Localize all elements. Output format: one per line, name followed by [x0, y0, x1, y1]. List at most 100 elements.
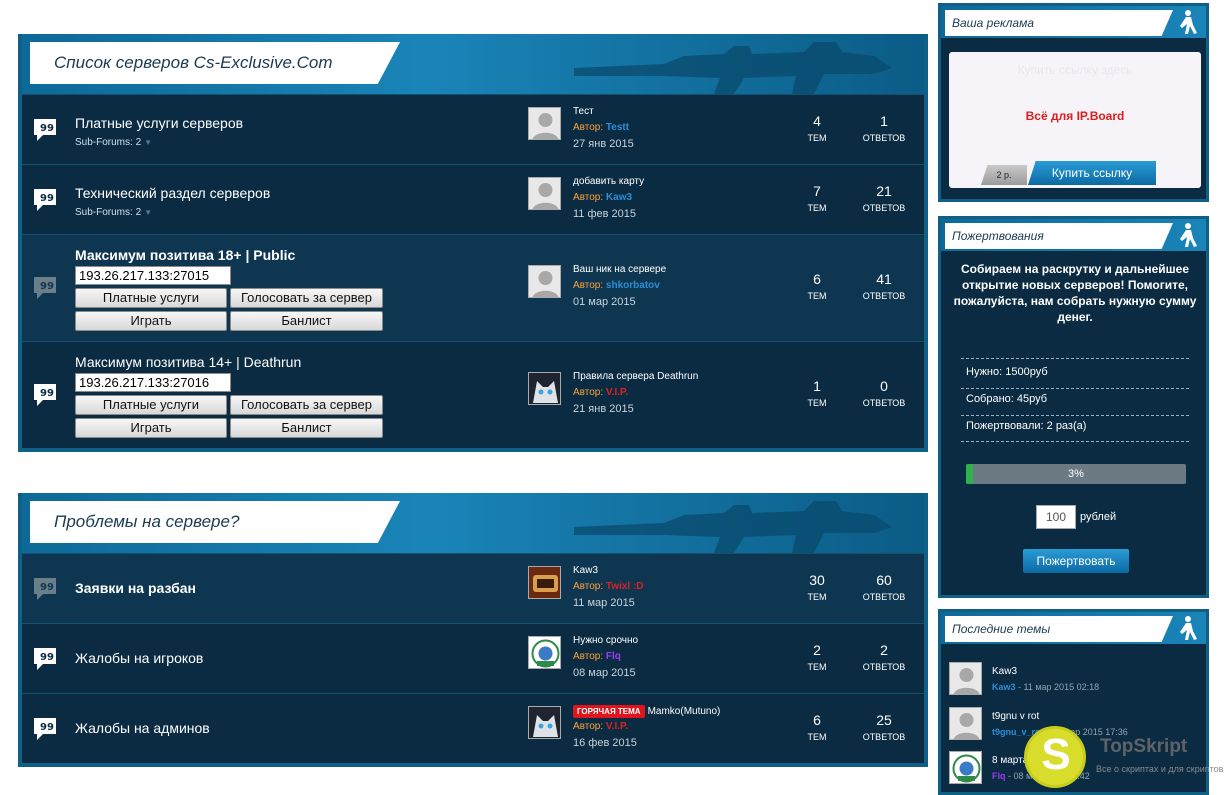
- last-post-author: Автор: V.I.P.: [573, 387, 629, 398]
- author-link[interactable]: V.I.P.: [606, 721, 628, 732]
- forum-bubble-icon: 99: [34, 384, 56, 406]
- last-post-title-link[interactable]: Mamko(Mutuno): [648, 706, 721, 717]
- paid-services-button[interactable]: Платные услуги: [75, 288, 227, 308]
- last-post-title[interactable]: Нужно срочно: [573, 635, 638, 646]
- vote-server-button[interactable]: Голосовать за сервер: [230, 288, 383, 308]
- author-link[interactable]: Testt: [606, 122, 629, 133]
- author-link[interactable]: Flq: [606, 651, 621, 662]
- author-link[interactable]: V.I.P.: [606, 387, 628, 398]
- category-title[interactable]: Проблемы на сервере?: [54, 501, 239, 543]
- avatar[interactable]: [949, 662, 982, 695]
- svg-text:99: 99: [40, 722, 54, 733]
- server-ip-field[interactable]: 193.26.217.133:27016: [75, 373, 231, 392]
- latest-title-box: Последние темы: [945, 616, 1173, 642]
- currency-label: рублей: [1080, 511, 1117, 523]
- cat-avatar-icon: [529, 373, 560, 404]
- divider: [961, 388, 1189, 389]
- last-post-title[interactable]: Тест: [573, 106, 594, 117]
- avatar[interactable]: [528, 265, 561, 298]
- forum-bubble-read-icon: 99: [34, 277, 56, 299]
- forum-bubble-icon: 99: [34, 188, 56, 211]
- forum-bubble-icon: 99: [34, 717, 56, 740]
- forum-name[interactable]: Жалобы на игроков: [75, 650, 203, 666]
- play-button[interactable]: Играть: [75, 418, 227, 438]
- paid-services-button[interactable]: Платные услуги: [75, 395, 227, 415]
- play-button[interactable]: Играть: [75, 311, 227, 331]
- latest-title: Последние темы: [952, 622, 1051, 636]
- buy-link-button[interactable]: Купить ссылку: [1028, 161, 1156, 185]
- svg-text:99: 99: [40, 123, 54, 134]
- server-row: 99 Максимум позитива 14+ | Deathrun 193.…: [22, 341, 924, 448]
- avatar[interactable]: [528, 177, 561, 210]
- latest-topic-meta: Kaw3 - 11 мар 2015 02:18: [992, 682, 1100, 692]
- donation-amount-input[interactable]: 100: [1036, 505, 1076, 529]
- avatar[interactable]: [528, 636, 561, 669]
- last-post-title[interactable]: Правила сервера Deathrun: [573, 371, 698, 382]
- donation-progress-bar: 3%: [966, 464, 1186, 484]
- last-post-date: 11 мар 2015: [573, 597, 635, 609]
- last-post-title[interactable]: добавить карту: [573, 176, 644, 187]
- forum-name[interactable]: Заявки на разбан: [75, 580, 196, 596]
- author-link[interactable]: Kaw3: [992, 682, 1016, 692]
- author-link[interactable]: Kaw3: [606, 192, 632, 203]
- ads-header: Ваша реклама: [941, 6, 1206, 38]
- avatar[interactable]: [528, 566, 561, 599]
- svg-text:99: 99: [40, 193, 54, 204]
- category-problems: Проблемы на сервере? 99 Заявки на разбан…: [18, 493, 928, 767]
- donation-needed: Нужно: 1500руб: [966, 366, 1048, 378]
- avatar[interactable]: [949, 707, 982, 740]
- category-title[interactable]: Список серверов Cs-Exclusive.Com: [54, 42, 333, 84]
- last-post: Нужно срочно Автор: Flq 08 мар 2015: [528, 632, 778, 684]
- svg-text:99: 99: [40, 652, 54, 663]
- author-link[interactable]: shkorbatov: [606, 280, 660, 291]
- category-header: Список серверов Cs-Exclusive.Com: [22, 34, 924, 94]
- forum-name[interactable]: Платные услуги серверов: [75, 115, 243, 131]
- subforums-label[interactable]: Sub-Forums: 2 ▼: [75, 207, 152, 218]
- ad-card[interactable]: Купить ссылку здесь Всё для IP.Board 2 р…: [949, 52, 1201, 188]
- subforums-label[interactable]: Sub-Forums: 2 ▼: [75, 137, 152, 148]
- ads-title: Ваша реклама: [952, 16, 1035, 30]
- last-post: Ваш ник на сервере Автор: shkorbatov 01 …: [528, 261, 778, 313]
- last-post: Kaw3 Автор: Twixl :D 11 мар 2015: [528, 562, 778, 614]
- forum-name[interactable]: Жалобы на админов: [75, 720, 210, 736]
- replies-count: 2 ОТВЕТОВ: [862, 642, 906, 672]
- forum-name[interactable]: Технический раздел серверов: [75, 185, 270, 201]
- last-post-date: 08 мар 2015: [573, 667, 636, 679]
- counter-terrorist-icon: [1180, 10, 1197, 34]
- topskript-watermark: S TopSkript Все о скриптах и для скрипто…: [1022, 722, 1227, 795]
- banlist-button[interactable]: Банлист: [230, 418, 383, 438]
- avatar[interactable]: [528, 372, 561, 405]
- latest-topic-title[interactable]: Kaw3: [992, 666, 1017, 677]
- avatar[interactable]: [528, 706, 561, 739]
- vote-server-button[interactable]: Голосовать за сервер: [230, 395, 383, 415]
- avatar[interactable]: [528, 107, 561, 140]
- last-post-author: Автор: shkorbatov: [573, 280, 660, 291]
- last-post-title[interactable]: Kaw3: [573, 565, 598, 576]
- last-post-author: Автор: Testt: [573, 122, 630, 133]
- avatar[interactable]: [949, 751, 982, 784]
- forum-row: 99 Технический раздел серверов Sub-Forum…: [22, 164, 924, 234]
- hot-topic-badge: ГОРЯЧАЯ ТЕМА: [573, 705, 645, 718]
- replies-count: 60 ОТВЕТОВ: [862, 572, 906, 602]
- banlist-button[interactable]: Банлист: [230, 311, 383, 331]
- server-ip-field[interactable]: 193.26.217.133:27015: [75, 266, 231, 285]
- category-title-box: Проблемы на сервере?: [30, 501, 400, 543]
- author-link[interactable]: Flq: [992, 771, 1006, 781]
- default-avatar-icon: [529, 266, 560, 297]
- last-post-author: Автор: Flq: [573, 651, 621, 662]
- donations-title-box: Пожертвования: [945, 223, 1173, 249]
- server-name[interactable]: Максимум позитива 18+ | Public: [75, 247, 295, 263]
- topics-count: 4 ТЕМ: [807, 113, 827, 143]
- donate-button[interactable]: Пожертвовать: [1023, 549, 1129, 573]
- latest-topic-title[interactable]: t9gnu v rot: [992, 711, 1039, 722]
- latest-topic-item[interactable]: Kaw3 Kaw3 - 11 мар 2015 02:18: [949, 662, 1204, 700]
- donations-header: Пожертвования: [941, 219, 1206, 251]
- ad-text[interactable]: Всё для IP.Board: [949, 109, 1201, 123]
- server-name[interactable]: Максимум позитива 14+ | Deathrun: [75, 354, 301, 370]
- divider: [961, 415, 1189, 416]
- svg-text:99: 99: [40, 281, 54, 292]
- ads-title-box: Ваша реклама: [945, 10, 1173, 36]
- author-link[interactable]: Twixl :D: [606, 581, 644, 592]
- last-post-title[interactable]: Ваш ник на сервере: [573, 264, 666, 275]
- forum-row: 99 Платные услуги серверов Sub-Forums: 2…: [22, 94, 924, 164]
